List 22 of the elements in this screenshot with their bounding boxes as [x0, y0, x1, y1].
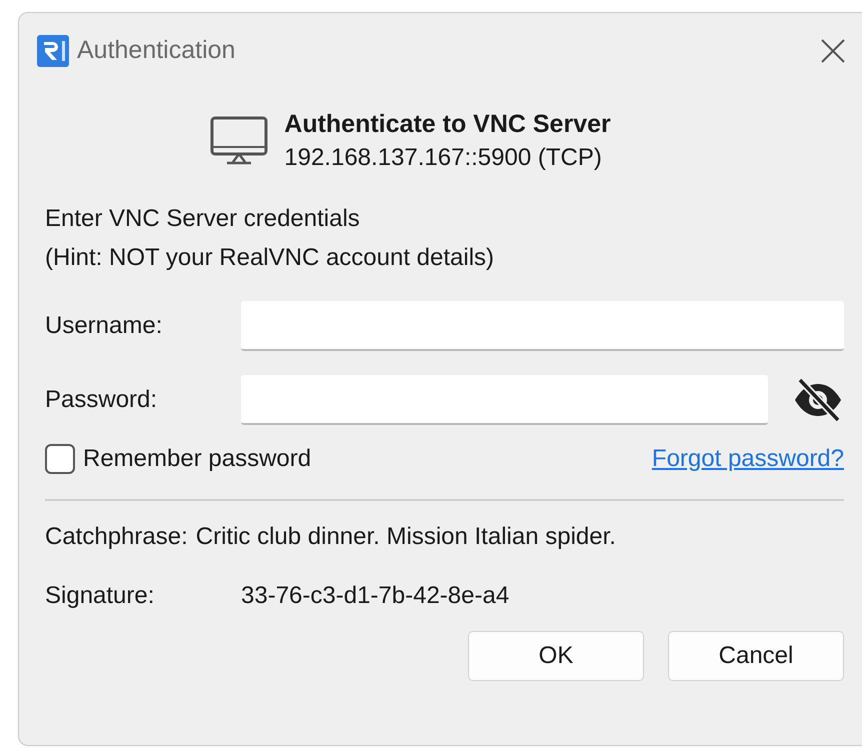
info-label: Catchphrase:: [45, 522, 188, 552]
app-logo-icon: [37, 35, 69, 67]
dialog-heading: Authenticate to VNC Server: [284, 109, 611, 140]
instruction-text: Enter VNC Server credentials: [45, 204, 361, 234]
forgot-password-link[interactable]: Forgot password?: [652, 441, 844, 477]
password-field[interactable]: [241, 375, 768, 425]
ok-button[interactable]: OK: [468, 631, 644, 681]
remember-checkbox[interactable]: [45, 444, 75, 474]
monitor-icon: [210, 116, 268, 166]
catchphrase-text: Critic club dinner. Mission Italian spider.: [196, 522, 616, 552]
instruction-text: (Hint: NOT your RealVNC account details): [45, 243, 496, 273]
field-label: Username:: [45, 311, 164, 341]
cancel-button[interactable]: Cancel: [668, 631, 844, 681]
close-icon[interactable]: [820, 38, 846, 64]
signature-value: 33-76-c3-d1-7b-42-8e-a4: [241, 581, 510, 611]
info-label: Signature:: [45, 581, 156, 611]
username-field[interactable]: [241, 301, 844, 351]
window-title: Authentication: [77, 35, 236, 66]
checkbox-label[interactable]: Remember password: [83, 441, 312, 477]
eye-slash-icon[interactable]: [792, 377, 844, 423]
server-address: 192.168.137.167::5900 (TCP): [284, 143, 603, 173]
field-label: Password:: [45, 385, 158, 415]
